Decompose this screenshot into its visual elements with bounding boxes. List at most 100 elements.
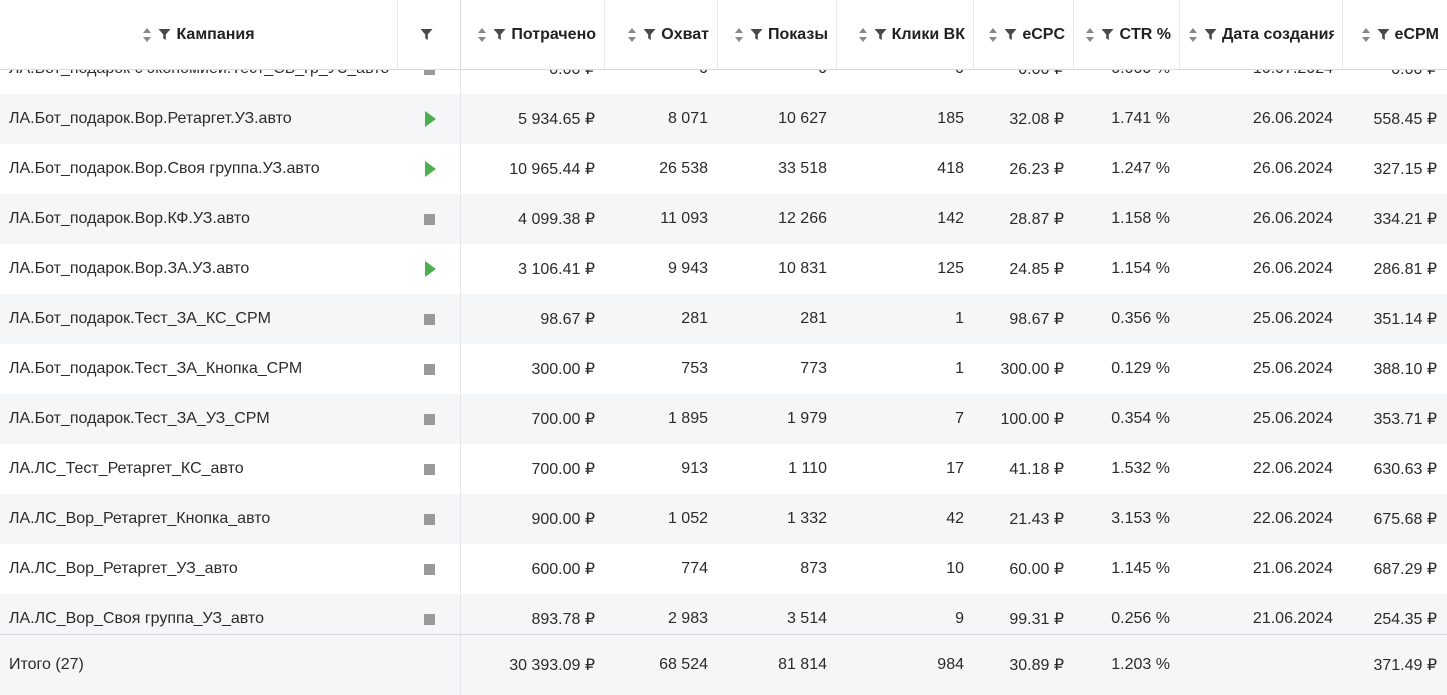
cell-campaign[interactable]: ЛА.ЛС_Вор_Своя группа_УЗ_авто (0, 594, 398, 634)
sort-arrows-icon[interactable] (858, 27, 868, 43)
table-row[interactable]: ЛА.ЛС_Вор_Своя группа_УЗ_авто 893.78 ₽ 2 9… (0, 594, 1447, 634)
column-header-ecpc[interactable]: eCPC (974, 0, 1074, 69)
sort-arrows-icon[interactable] (477, 27, 487, 43)
column-header-ctr[interactable]: CTR % (1074, 0, 1180, 69)
column-header-ecpm[interactable]: eCPM (1343, 0, 1447, 69)
cell-ecpm: 286.81 ₽ (1373, 261, 1437, 278)
total-reach: 68 524 (659, 656, 708, 673)
cell-status[interactable] (398, 394, 461, 444)
stop-icon[interactable] (423, 213, 435, 225)
stop-icon[interactable] (423, 613, 435, 625)
cell-ecpc: 98.67 ₽ (1009, 311, 1064, 328)
stop-icon[interactable] (423, 563, 435, 575)
cell-campaign[interactable]: ЛА.Бот_подарок.Вор.КФ.УЗ.авто (0, 194, 398, 244)
cell-impressions: 281 (800, 310, 827, 327)
column-header-reach[interactable]: Охват (605, 0, 718, 69)
cell-status[interactable] (398, 594, 461, 634)
cell-campaign[interactable]: ЛА.Бот_подарок.Вор.Ретаргет.УЗ.авто (0, 94, 398, 144)
cell-reach: 913 (681, 460, 708, 477)
table-row[interactable]: ЛА.ЛС_Вор_Ретаргет_Кнопка_авто 900.00 ₽ 1 … (0, 494, 1447, 544)
filter-funnel-icon[interactable] (1101, 28, 1114, 41)
cell-campaign[interactable]: ЛА.Бот_подарок.Тест_ЗА_КС_CPM (0, 294, 398, 344)
table-row[interactable]: ЛА.Бот_подарок.Вор.Ретаргет.УЗ.авто 5 934… (0, 94, 1447, 144)
stop-icon[interactable] (423, 463, 435, 475)
cell-ctr: 0.354 % (1111, 410, 1170, 427)
cell-clicks: 185 (937, 110, 964, 127)
filter-funnel-icon[interactable] (874, 28, 887, 41)
table-row[interactable]: ЛА.Бот_подарок.Вор.Своя группа.УЗ.авто 10… (0, 144, 1447, 194)
cell-ecpc: 21.43 ₽ (1009, 511, 1064, 528)
play-icon[interactable] (425, 261, 436, 277)
cell-impressions: 33 518 (778, 160, 827, 177)
cell-status[interactable] (398, 194, 461, 244)
cell-campaign[interactable]: ЛА.ЛС_Тест_Ретаргет_КС_авто (0, 444, 398, 494)
cell-ecpm: 558.45 ₽ (1373, 111, 1437, 128)
cell-campaign[interactable]: ЛА.Бот_подарок.Тест_ЗА_Кнопка_CPM (0, 344, 398, 394)
table-row[interactable]: ЛА.Бот_подарок.Вор.ЗА.УЗ.авто 3 106.41 ₽ 9… (0, 244, 1447, 294)
cell-impressions: 12 266 (778, 210, 827, 227)
play-icon[interactable] (425, 111, 436, 127)
sort-arrows-icon[interactable] (1085, 27, 1095, 43)
filter-funnel-icon[interactable] (420, 28, 433, 41)
table-header: Кампания Потрачено Охват Показы Клики ВК eCPC… (0, 0, 1447, 70)
filter-funnel-icon[interactable] (158, 28, 171, 41)
filter-funnel-icon[interactable] (643, 28, 656, 41)
column-header-label: Потрачено (511, 25, 596, 43)
cell-status[interactable] (398, 144, 461, 194)
cell-ecpc: 300.00 ₽ (1000, 361, 1064, 378)
cell-ctr: 1.145 % (1111, 560, 1170, 577)
sort-arrows-icon[interactable] (627, 27, 637, 43)
column-header-clicks[interactable]: Клики ВК (837, 0, 974, 69)
sort-arrows-icon[interactable] (734, 27, 744, 43)
stop-icon[interactable] (423, 313, 435, 325)
column-header-spent[interactable]: Потрачено (461, 0, 605, 69)
column-header-created[interactable]: Дата создания (1180, 0, 1343, 69)
cell-reach: 2 983 (667, 610, 708, 627)
cell-campaign[interactable]: ЛА.Бот_подарок.Вор.ЗА.УЗ.авто (0, 244, 398, 294)
stop-icon[interactable] (423, 513, 435, 525)
filter-funnel-icon[interactable] (1204, 28, 1217, 41)
sort-arrows-icon[interactable] (142, 27, 152, 43)
table-row[interactable]: ЛА.Бот_подарок.Тест_ЗА_Кнопка_CPM 300.00 … (0, 344, 1447, 394)
total-ecpc: 30.89 ₽ (1009, 657, 1064, 674)
total-ecpm: 371.49 ₽ (1373, 657, 1437, 674)
play-icon[interactable] (425, 161, 436, 177)
cell-reach: 774 (681, 560, 708, 577)
cell-campaign[interactable]: ЛА.Бот_подарок.Вор.Своя группа.УЗ.авто (0, 144, 398, 194)
cell-status[interactable] (398, 494, 461, 544)
column-header-campaign[interactable]: Кампания (0, 0, 398, 69)
filter-funnel-icon[interactable] (750, 28, 763, 41)
sort-arrows-icon[interactable] (1188, 27, 1198, 43)
column-header-label: Кампания (176, 25, 255, 43)
cell-status[interactable] (398, 344, 461, 394)
cell-status[interactable] (398, 444, 461, 494)
cell-spent: 600.00 ₽ (531, 561, 595, 578)
cell-ecpc: 60.00 ₽ (1009, 561, 1064, 578)
cell-created: 21.06.2024 (1252, 560, 1333, 577)
sort-arrows-icon[interactable] (1361, 27, 1371, 43)
cell-campaign[interactable]: ЛА.ЛС_Вор_Ретаргет_УЗ_авто (0, 544, 398, 594)
cell-ctr: 0.256 % (1111, 610, 1170, 627)
cell-ecpm: 353.71 ₽ (1373, 411, 1437, 428)
table-row[interactable]: ЛА.ЛС_Тест_Ретаргет_КС_авто 700.00 ₽ 913 1 … (0, 444, 1447, 494)
cell-status[interactable] (398, 244, 461, 294)
column-header-status[interactable] (398, 0, 461, 69)
stop-icon[interactable] (423, 413, 435, 425)
cell-status[interactable] (398, 294, 461, 344)
sort-arrows-icon[interactable] (988, 27, 998, 43)
filter-funnel-icon[interactable] (493, 28, 506, 41)
cell-status[interactable] (398, 94, 461, 144)
cell-spent: 893.78 ₽ (531, 611, 595, 628)
column-header-impressions[interactable]: Показы (718, 0, 837, 69)
cell-ctr: 1.154 % (1111, 260, 1170, 277)
filter-funnel-icon[interactable] (1004, 28, 1017, 41)
cell-status[interactable] (398, 544, 461, 594)
table-row[interactable]: ЛА.Бот_подарок.Тест_ЗА_КС_CPM 98.67 ₽ 281 2… (0, 294, 1447, 344)
stop-icon[interactable] (423, 363, 435, 375)
cell-campaign[interactable]: ЛА.Бот_подарок.Тест_ЗА_УЗ_CPM (0, 394, 398, 444)
table-row[interactable]: ЛА.ЛС_Вор_Ретаргет_УЗ_авто 600.00 ₽ 774 873… (0, 544, 1447, 594)
filter-funnel-icon[interactable] (1377, 28, 1390, 41)
cell-campaign[interactable]: ЛА.ЛС_Вор_Ретаргет_Кнопка_авто (0, 494, 398, 544)
table-row[interactable]: ЛА.Бот_подарок.Вор.КФ.УЗ.авто 4 099.38 ₽ 1… (0, 194, 1447, 244)
table-row[interactable]: ЛА.Бот_подарок.Тест_ЗА_УЗ_CPM 700.00 ₽ 1 8… (0, 394, 1447, 444)
